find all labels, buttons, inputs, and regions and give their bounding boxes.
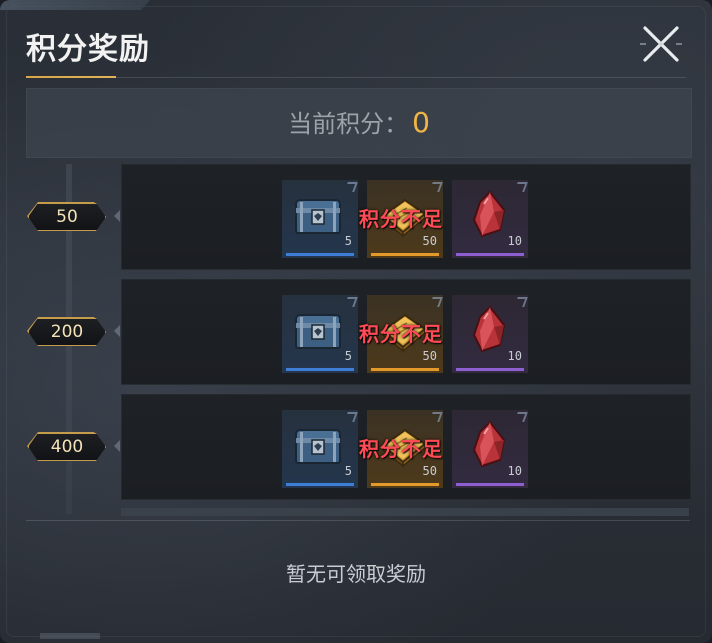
reward-item-chest[interactable]: 5 bbox=[282, 180, 358, 258]
card-corner bbox=[344, 412, 358, 422]
card-corner bbox=[344, 182, 358, 192]
card-corner bbox=[514, 182, 528, 192]
tier-reward-panel: 5 50 10 积分不足 bbox=[121, 279, 691, 385]
frame-decoration bbox=[0, 0, 150, 10]
header-divider bbox=[116, 77, 686, 78]
reward-tier-50: 50 5 50 10 积分不足 bbox=[0, 162, 712, 270]
frame-decoration bbox=[40, 633, 100, 639]
tier-reward-panel: 5 50 10 积分不足 bbox=[121, 164, 691, 270]
chest-icon bbox=[295, 199, 341, 234]
close-button[interactable] bbox=[638, 22, 684, 66]
rarity-bar bbox=[456, 483, 524, 486]
close-x-icon bbox=[640, 26, 682, 62]
title-underline bbox=[26, 76, 116, 78]
tier-threshold-badge: 200 bbox=[28, 318, 106, 346]
item-count: 10 bbox=[507, 349, 522, 363]
chest-icon bbox=[295, 314, 341, 349]
chest-icon bbox=[295, 429, 341, 464]
rarity-bar bbox=[286, 483, 354, 486]
insufficient-points-label: 积分不足 bbox=[359, 322, 443, 346]
item-count: 5 bbox=[344, 234, 352, 248]
reward-tier-200: 200 5 50 10 积分不足 bbox=[0, 277, 712, 385]
reward-item-crystal[interactable]: 10 bbox=[452, 180, 528, 258]
card-corner bbox=[514, 297, 528, 307]
card-corner bbox=[429, 297, 443, 307]
insufficient-points-label: 积分不足 bbox=[359, 437, 443, 461]
rarity-bar bbox=[456, 253, 524, 256]
card-corner bbox=[429, 412, 443, 422]
item-count: 50 bbox=[422, 349, 437, 363]
reward-item-chest[interactable]: 5 bbox=[282, 295, 358, 373]
item-count: 50 bbox=[422, 234, 437, 248]
tier-pointer bbox=[114, 325, 120, 337]
item-count: 5 bbox=[344, 349, 352, 363]
tier-pointer bbox=[114, 440, 120, 452]
rarity-bar bbox=[371, 483, 439, 486]
item-count: 5 bbox=[344, 464, 352, 478]
reward-tier-400: 400 5 50 10 积分不足 bbox=[0, 392, 712, 500]
current-score: 当前积分： 0 bbox=[27, 89, 691, 157]
card-corner bbox=[429, 182, 443, 192]
reward-item-chest[interactable]: 5 bbox=[282, 410, 358, 488]
rarity-bar bbox=[286, 253, 354, 256]
list-scroll-edge bbox=[121, 508, 689, 516]
item-count: 50 bbox=[422, 464, 437, 478]
insufficient-points-label: 积分不足 bbox=[359, 207, 443, 231]
card-corner bbox=[514, 412, 528, 422]
rewards-dialog: 积分奖励 当前积分： 0 50 5 50 10 积分不足 200 5 50 10… bbox=[0, 0, 712, 643]
card-corner bbox=[344, 297, 358, 307]
item-count: 10 bbox=[507, 234, 522, 248]
dialog-title: 积分奖励 bbox=[26, 32, 150, 67]
item-count: 10 bbox=[507, 464, 522, 478]
tier-reward-panel: 5 50 10 积分不足 bbox=[121, 394, 691, 500]
current-score-bar: 当前积分： 0 bbox=[26, 88, 692, 158]
score-value: 0 bbox=[412, 106, 430, 139]
no-claimable-rewards-text: 暂无可领取奖励 bbox=[286, 562, 426, 586]
rarity-bar bbox=[456, 368, 524, 371]
tier-pointer bbox=[114, 210, 120, 222]
tier-threshold-badge: 50 bbox=[28, 203, 106, 231]
reward-item-crystal[interactable]: 10 bbox=[452, 295, 528, 373]
score-label: 当前积分： bbox=[288, 110, 409, 138]
rarity-bar bbox=[371, 253, 439, 256]
reward-item-crystal[interactable]: 10 bbox=[452, 410, 528, 488]
footer-divider bbox=[26, 520, 690, 521]
rarity-bar bbox=[371, 368, 439, 371]
tier-threshold-badge: 400 bbox=[28, 433, 106, 461]
rarity-bar bbox=[286, 368, 354, 371]
